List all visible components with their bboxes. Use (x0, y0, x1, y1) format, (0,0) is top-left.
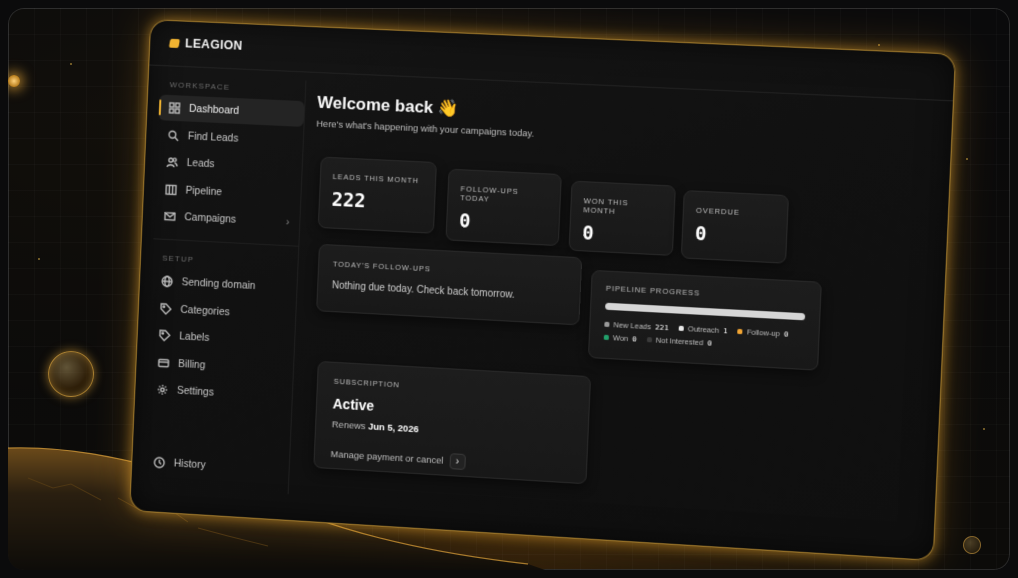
subscription-card: SUBSCRIPTION Active Renews Jun 5, 2026 M… (313, 360, 592, 485)
legend-item-won: Won 0 (603, 333, 637, 344)
manage-payment-link[interactable]: Manage payment or cancel › (330, 446, 570, 476)
legend-value: 1 (722, 326, 728, 336)
stat-value: 0 (694, 222, 708, 246)
legend-name: New Leads (613, 320, 652, 332)
clock-icon (153, 456, 165, 469)
sidebar-divider (153, 238, 299, 247)
legend-name: Outreach (687, 324, 720, 335)
legend-value: 0 (632, 334, 637, 344)
legend-swatch (646, 337, 652, 343)
legend-value: 0 (707, 338, 713, 348)
dashboard-grid-icon (169, 102, 181, 114)
stat-value: 222 (331, 188, 366, 213)
sidebar-item-label: Find Leads (187, 129, 239, 145)
stat-card-leads-this-month[interactable]: LEADS THIS MONTH 222 (317, 156, 437, 234)
users-icon (166, 156, 178, 168)
stat-label: WON THIS MONTH (583, 196, 629, 216)
app-window: LEAGION WORKSPACE Dashboard Find Leads L… (129, 19, 957, 562)
brand-name: LEAGION (184, 36, 243, 53)
star (878, 44, 880, 46)
sidebar-item-label: Leads (186, 157, 215, 171)
glowing-orb (48, 351, 94, 397)
gear-icon (156, 383, 168, 395)
screenshot-frame: LEAGION WORKSPACE Dashboard Find Leads L… (8, 8, 1010, 570)
sidebar-item-label: Labels (179, 330, 210, 344)
card-label: SUBSCRIPTION (333, 376, 400, 390)
legend-item-follow-up: Follow-up 0 (737, 327, 789, 339)
glowing-orb (8, 75, 20, 87)
chevron-right-icon[interactable]: › (449, 453, 466, 470)
page-title-text: Welcome back (316, 92, 434, 118)
mail-icon (164, 210, 176, 222)
legend-name: Not Interested (655, 335, 704, 348)
star (983, 428, 985, 430)
empty-state-message: Nothing due today. Check back tomorrow. (331, 280, 515, 301)
logo-icon (168, 38, 181, 48)
sidebar-item-dashboard[interactable]: Dashboard (158, 94, 305, 127)
legend-swatch (678, 325, 684, 332)
credit-card-icon (158, 356, 170, 368)
pipeline-icon (165, 183, 177, 195)
sidebar: WORKSPACE Dashboard Find Leads Leads Pip… (142, 73, 307, 495)
legend-swatch (737, 328, 743, 335)
main-content: Welcome back 👋 Here's what's happening w… (300, 87, 932, 539)
legend-value: 0 (783, 329, 789, 339)
sidebar-item-label: Pipeline (185, 184, 223, 198)
star (70, 63, 72, 65)
wave-emoji: 👋 (437, 98, 460, 119)
search-icon (167, 129, 179, 141)
star (38, 258, 40, 260)
pipeline-progress-card: PIPELINE PROGRESS New Leads 221 Outreach 1… (587, 269, 822, 371)
stat-value: 0 (581, 222, 595, 245)
sidebar-item-label: Dashboard (188, 102, 240, 117)
tag-icon (159, 329, 171, 341)
pipeline-legend: New Leads 221 Outreach 1 Follow-up 0 Won 0 N… (603, 320, 805, 353)
globe-icon (161, 275, 173, 287)
sidebar-item-label: Settings (176, 384, 215, 399)
stat-label: FOLLOW-UPS TODAY (460, 184, 519, 204)
legend-name: Won (612, 333, 629, 344)
stat-card-follow-ups-today[interactable]: FOLLOW-UPS TODAY 0 (445, 168, 562, 247)
legend-item-new-leads: New Leads 221 (604, 320, 669, 332)
renewal-date: Jun 5, 2026 (367, 421, 419, 436)
brand-logo[interactable]: LEAGION (168, 36, 243, 53)
legend-swatch (603, 334, 609, 341)
sidebar-item-label: Categories (180, 303, 231, 318)
legend-item-not-interested: Not Interested 0 (646, 335, 713, 348)
chevron-right-icon: › (285, 216, 290, 229)
todays-follow-ups-card: TODAY'S FOLLOW-UPS Nothing due today. Ch… (316, 243, 583, 326)
legend-value: 221 (654, 322, 669, 333)
renews-prefix: Renews (331, 419, 366, 433)
legend-name: Follow-up (746, 327, 781, 339)
stat-card-overdue[interactable]: OVERDUE 0 (680, 190, 790, 264)
sidebar-item-history[interactable]: History (143, 448, 289, 482)
stat-card-won-this-month[interactable]: WON THIS MONTH 0 (568, 180, 676, 256)
card-label: PIPELINE PROGRESS (605, 283, 701, 298)
sidebar-item-label: History (173, 457, 206, 471)
stat-label: LEADS THIS MONTH (332, 172, 420, 186)
sidebar-item-label: Campaigns (184, 211, 237, 226)
sidebar-footer: History (143, 448, 289, 484)
tags-icon (160, 302, 172, 314)
pipeline-progress-bar (605, 302, 806, 321)
legend-item-outreach: Outreach 1 (678, 324, 728, 336)
stat-value: 0 (458, 210, 472, 233)
legend-swatch (604, 321, 610, 328)
sidebar-item-label: Billing (177, 357, 206, 371)
star (966, 158, 968, 160)
sidebar-item-campaigns[interactable]: Campaigns › (154, 203, 300, 236)
stat-label: OVERDUE (695, 205, 741, 217)
sidebar-item-label: Sending domain (181, 276, 256, 293)
card-label: TODAY'S FOLLOW-UPS (332, 259, 431, 274)
manage-payment-label: Manage payment or cancel (330, 448, 444, 467)
